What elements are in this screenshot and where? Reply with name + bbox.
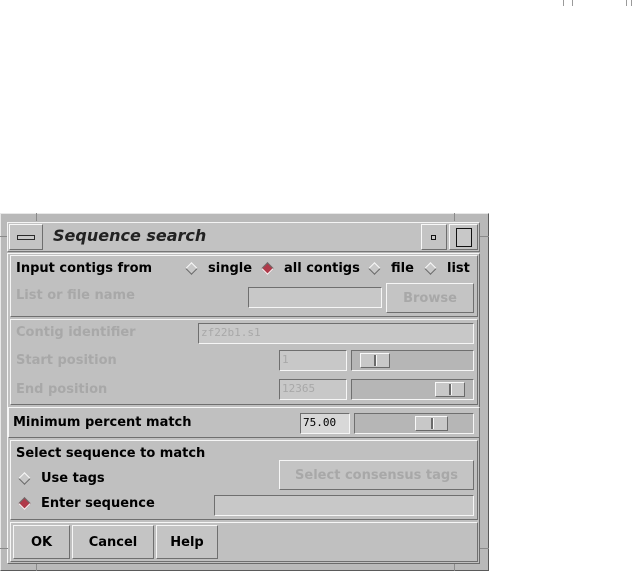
list-file-input[interactable]	[248, 287, 382, 308]
min-match-input[interactable]: 75.00	[300, 413, 350, 434]
radio-all-contigs-label[interactable]: all contigs	[284, 260, 360, 278]
resize-mark-top-right[interactable]	[454, 213, 455, 221]
resize-mark-br-side[interactable]	[480, 548, 489, 549]
end-position-input[interactable]: 12365	[279, 379, 347, 400]
desktop-mark-right	[626, 0, 632, 6]
select-consensus-tags-button[interactable]: Select consensus tags	[279, 460, 474, 490]
browse-button[interactable]: Browse	[386, 283, 474, 313]
maximize-button[interactable]	[449, 224, 478, 250]
min-match-slider[interactable]	[354, 413, 474, 434]
window-menu-icon	[17, 235, 35, 240]
radio-list-label[interactable]: list	[447, 260, 470, 278]
end-position-label: End position	[16, 382, 108, 397]
input-contigs-label: Input contigs from	[16, 261, 153, 276]
resize-mark-tr[interactable]	[480, 236, 489, 237]
end-position-slider[interactable]	[351, 379, 474, 400]
sequence-input[interactable]	[214, 495, 474, 516]
cancel-button[interactable]: Cancel	[72, 525, 154, 559]
resize-mark-top[interactable]	[36, 213, 37, 221]
contig-identifier-input[interactable]: zf22b1.s1	[198, 323, 474, 344]
start-position-slider[interactable]	[351, 350, 474, 371]
radio-use-tags-label[interactable]: Use tags	[41, 470, 105, 488]
ok-button[interactable]: OK	[13, 525, 70, 559]
start-position-input[interactable]: 1	[279, 350, 347, 371]
resize-mark-bl-side[interactable]	[0, 548, 8, 549]
desktop-mark-left	[563, 0, 573, 6]
minimize-button[interactable]	[421, 224, 447, 250]
minimize-icon	[431, 235, 436, 240]
start-position-label: Start position	[16, 353, 117, 368]
resize-mark-bottom-right[interactable]	[454, 564, 455, 571]
min-match-slider-thumb[interactable]	[415, 416, 448, 431]
radio-file-label[interactable]: file	[391, 260, 414, 278]
select-sequence-heading: Select sequence to match	[16, 446, 206, 461]
list-file-label: List or file name	[16, 288, 135, 303]
maximize-icon	[456, 228, 472, 247]
window-title: Sequence search	[53, 226, 207, 245]
start-position-slider-thumb[interactable]	[360, 353, 390, 368]
resize-mark-bottom-left[interactable]	[36, 564, 37, 571]
end-position-slider-thumb[interactable]	[435, 382, 465, 397]
contig-identifier-label: Contig identifier	[16, 325, 136, 340]
radio-enter-sequence-label[interactable]: Enter sequence	[41, 495, 155, 513]
help-button[interactable]: Help	[156, 525, 218, 559]
radio-single-label[interactable]: single	[208, 260, 252, 278]
min-match-label: Minimum percent match	[13, 415, 192, 430]
window-menu-button[interactable]	[9, 224, 43, 250]
